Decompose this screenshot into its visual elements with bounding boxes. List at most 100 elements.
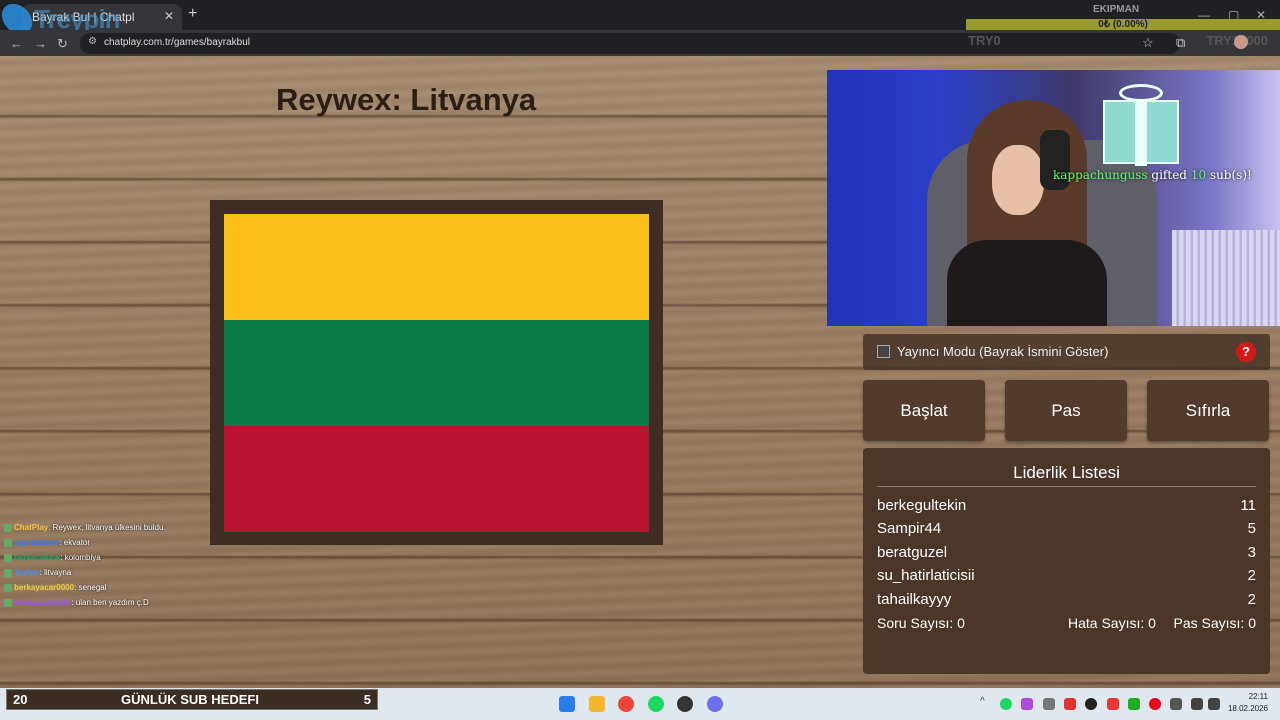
streamer-face [992, 145, 1044, 215]
tray-pen-icon[interactable] [1021, 698, 1033, 710]
clock-time: 22:11 [1248, 692, 1268, 701]
leaderboard-row: tahailkayyy 2 [877, 591, 1256, 611]
game-title: Reywex: Litvanya [276, 82, 537, 117]
network-icon[interactable] [1191, 698, 1203, 710]
webcam-feed: kappachunguss gifted 10 sub(s)! [827, 70, 1280, 326]
leaderboard-row: beratguzel 3 [877, 544, 1256, 564]
chat-username: Tayfun [14, 568, 40, 577]
chat-username: berkecakirw [14, 553, 61, 562]
help-button[interactable]: ? [1236, 342, 1256, 362]
flag-stripe-middle [224, 320, 649, 426]
flag-stripe-bottom [224, 426, 649, 532]
flag-stripe-top [224, 214, 649, 320]
chat-username: ChatPlay [14, 523, 49, 532]
leaderboard-title: Liderlik Listesi [1013, 463, 1120, 482]
chat-badge-icon [4, 583, 12, 592]
volume-icon[interactable] [1208, 698, 1220, 710]
tray-shield-icon[interactable] [1064, 698, 1076, 710]
chat-badge-icon [4, 568, 12, 577]
file-explorer-icon[interactable] [589, 696, 605, 712]
tray-record-icon[interactable] [1149, 698, 1161, 710]
streamer-mode-row[interactable]: Yayıncı Modu (Bayrak İsmini Göster) [863, 334, 1270, 370]
start-menu-icon[interactable] [559, 696, 575, 712]
leaderboard-row: su_hatirlaticisii 2 [877, 567, 1256, 587]
player-name: tahailkayyy [877, 591, 952, 608]
error-count: Hata Sayısı: 0 [1068, 615, 1156, 631]
chat-message: berkecakirw: kolombiya [4, 552, 174, 567]
start-button[interactable]: Başlat [863, 380, 985, 441]
chat-badge-icon [4, 538, 12, 547]
chat-message: berkayacar0000: senegal [4, 582, 174, 597]
profile-avatar[interactable] [1234, 35, 1248, 49]
spotify-icon[interactable] [648, 696, 664, 712]
chat-badge-icon [4, 598, 12, 607]
gift-alert: kappachunguss gifted 10 sub(s)! [1053, 168, 1252, 182]
new-tab-icon[interactable]: + [188, 5, 197, 23]
chat-badge-icon [4, 553, 12, 562]
player-score: 2 [1247, 591, 1256, 608]
chat-username: berkayacar0000 [14, 583, 75, 592]
reload-icon[interactable]: ↻ [57, 36, 68, 52]
sub-goal-current: 20 [13, 692, 28, 707]
gift-suffix: sub(s)! [1209, 168, 1252, 182]
donation-min: TRY0 [968, 33, 1001, 48]
sub-goal-label: GÜNLÜK SUB HEDEFI [121, 692, 259, 707]
divider [877, 486, 1256, 487]
url-text: chatplay.com.tr/games/bayrakbul [104, 37, 250, 48]
chat-username: melaaanhyaslo [14, 598, 72, 607]
sub-goal-bar: 20 GÜNLÜK SUB HEDEFI 5 [6, 689, 378, 710]
forward-icon[interactable]: → [34, 36, 47, 51]
chat-text: : litvayna [39, 568, 72, 577]
leaderboard: Liderlik Listesi berkegultekin 11 Sampir… [863, 448, 1270, 674]
obs-icon[interactable] [677, 696, 693, 712]
gift-user: kappachunguss [1053, 168, 1148, 182]
player-name: su_hatirlaticisii [877, 567, 975, 584]
pass-button[interactable]: Pas [1005, 380, 1127, 441]
system-clock[interactable]: 22:11 18.02.2026 [1228, 691, 1268, 715]
leaderboard-row: berkegultekin 11 [877, 497, 1256, 517]
flag-image [224, 214, 649, 532]
tray-github-icon[interactable] [1085, 698, 1097, 710]
gift-box-icon [1097, 76, 1179, 166]
chat-username: ugurbabavv [14, 538, 60, 547]
tray-chevron-icon[interactable]: ^ [980, 696, 992, 708]
chat-text: : Reywex, litvanya ülkesini buldu. [48, 523, 166, 532]
player-name: beratguzel [877, 544, 948, 561]
chat-message: ugurbabavv: ekvator [4, 537, 174, 552]
chat-text: : senegal [74, 583, 107, 592]
leaderboard-row: Sampir44 5 [877, 520, 1256, 540]
pass-count: Pas Sayısı: 0 [1173, 615, 1256, 631]
back-icon[interactable]: ← [10, 36, 23, 51]
tray-app-icon[interactable] [1043, 698, 1055, 710]
clock-date: 18.02.2026 [1227, 704, 1268, 713]
site-info-icon[interactable]: ⚙ [88, 36, 97, 47]
tray-opera-icon[interactable] [1107, 698, 1119, 710]
question-count: Soru Sayısı: 0 [877, 615, 965, 631]
radiator [1172, 230, 1280, 326]
chat-message: Tayfun: litvayna [4, 567, 174, 582]
player-name: Sampir44 [877, 520, 942, 537]
chrome-icon[interactable] [618, 696, 634, 712]
donation-title: EKIPMAN [1092, 4, 1140, 15]
player-score: 11 [1240, 497, 1256, 514]
gift-text: gifted [1151, 168, 1187, 182]
discord-icon[interactable] [707, 696, 723, 712]
microphone-icon[interactable] [1170, 698, 1182, 710]
reset-button[interactable]: Sıfırla [1147, 380, 1269, 441]
gift-count: 10 [1190, 168, 1207, 182]
player-score: 3 [1247, 544, 1256, 561]
donation-goal: EKIPMAN 0₺ (0.00%) TRY0 TRY10000 [966, 2, 1280, 48]
chat-text: : kolombiya [60, 553, 101, 562]
chat-text: : ekvator [59, 538, 91, 547]
sub-goal-target: 5 [363, 692, 371, 707]
chat-message: ChatPlay: Reywex, litvanya ülkesini buld… [4, 522, 174, 537]
chat-message: melaaanhyaslo: ulan ben yazdım ç.D [4, 597, 174, 612]
streamer-body [947, 240, 1107, 326]
chat-badge-icon [4, 523, 12, 532]
player-score: 2 [1247, 567, 1256, 584]
streamer-mode-checkbox[interactable] [877, 345, 890, 358]
player-score: 5 [1247, 520, 1256, 537]
tray-spotify-icon[interactable] [1000, 698, 1012, 710]
tray-nvidia-icon[interactable] [1128, 698, 1140, 710]
player-name: berkegultekin [877, 497, 967, 514]
